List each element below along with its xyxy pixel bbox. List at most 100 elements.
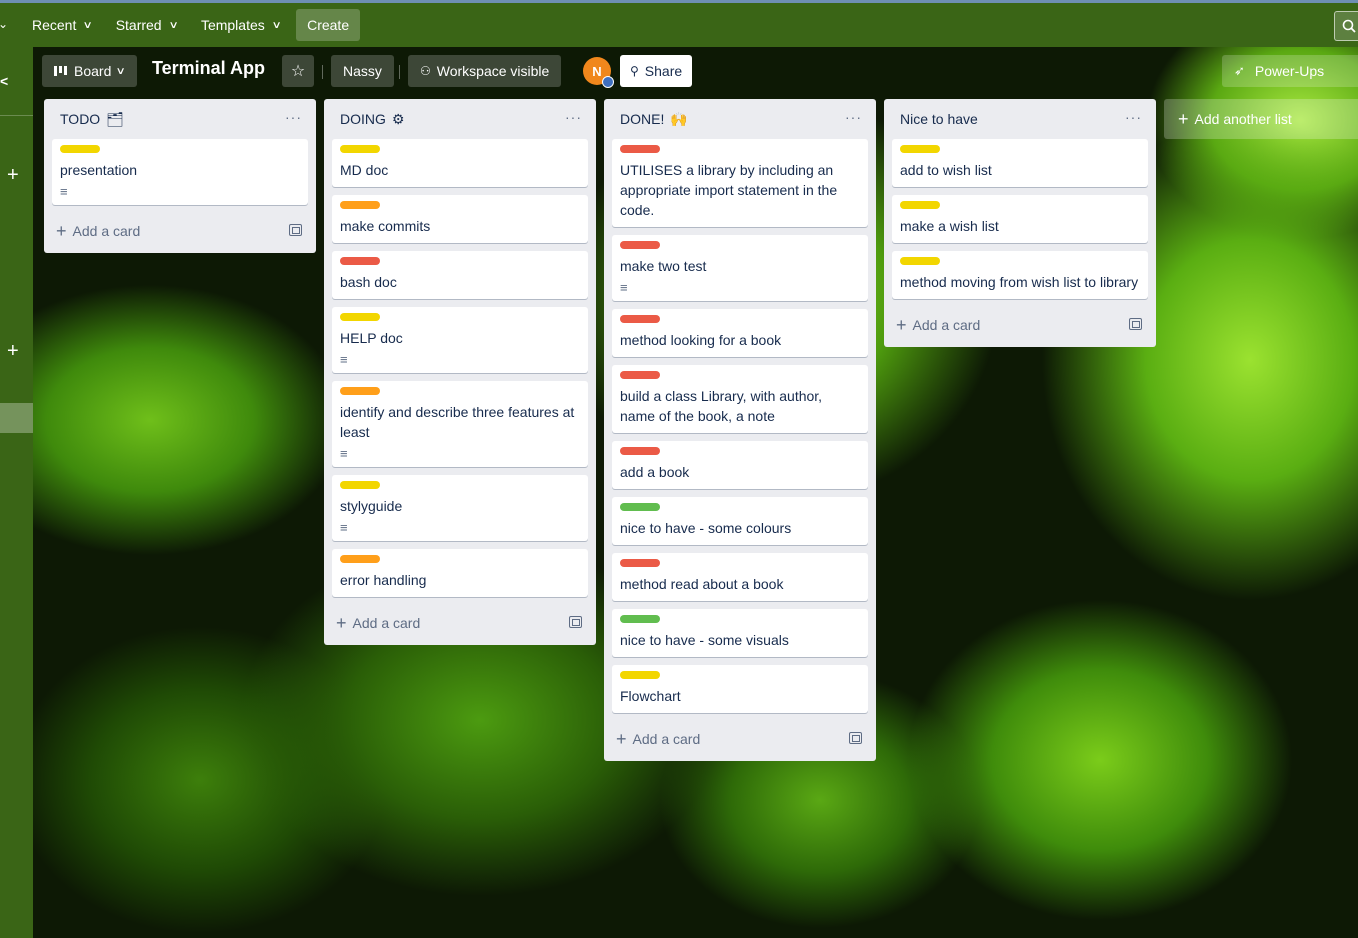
card[interactable]: identify and describe three features at … <box>332 381 588 467</box>
card-title: error handling <box>340 572 427 588</box>
board-view-label: Board <box>74 63 112 79</box>
list-menu-icon[interactable]: ··· <box>565 109 582 125</box>
card-label-red[interactable] <box>620 241 660 249</box>
card-label-orange[interactable] <box>340 201 380 209</box>
board-title[interactable]: Terminal App <box>152 58 265 79</box>
card-label-orange[interactable] <box>340 555 380 563</box>
card-label-yellow[interactable] <box>900 201 940 209</box>
plus-icon: + <box>1178 108 1189 129</box>
list-header[interactable]: Nice to have ··· <box>884 99 1156 139</box>
list-title[interactable]: TODO <box>60 111 100 127</box>
card-title: nice to have - some colours <box>620 520 792 536</box>
card[interactable]: bash doc <box>332 251 588 299</box>
card-label-red[interactable] <box>620 315 660 323</box>
card-label-red[interactable] <box>620 371 660 379</box>
card-label-yellow[interactable] <box>620 671 660 679</box>
plus-icon: + <box>616 729 627 749</box>
chevron-down-icon: ∨ <box>271 19 282 31</box>
header-divider <box>322 65 323 79</box>
card[interactable]: presentation ≡ <box>52 139 308 205</box>
sidebar-item-active[interactable] <box>0 403 33 433</box>
board-header: Board ∨ Terminal App ☆ Nassy ⚇ Workspace… <box>33 47 1358 95</box>
card-title: MD doc <box>340 162 389 178</box>
card[interactable]: nice to have - some visuals <box>612 609 868 657</box>
list-emoji: 🗂 <box>106 110 124 127</box>
chevron-down-icon: ∨ <box>82 19 94 31</box>
card-label-red[interactable] <box>620 447 660 455</box>
card-template-icon[interactable] <box>569 616 582 628</box>
chevron-down-icon[interactable]: ⌄ <box>0 17 8 31</box>
add-card-label: Add a card <box>912 317 981 333</box>
card[interactable]: HELP doc ≡ <box>332 307 588 373</box>
search-button[interactable] <box>1334 11 1358 41</box>
add-card-button[interactable]: + Add a card <box>44 213 316 249</box>
list-4: Nice to have ··· add to wish list make a wi… <box>884 99 1156 347</box>
card-title: bash doc <box>340 274 397 290</box>
powerups-button[interactable]: ➶ Power-Ups <box>1222 55 1358 87</box>
list-menu-icon[interactable]: ··· <box>1125 109 1142 125</box>
card-template-icon[interactable] <box>1129 318 1142 330</box>
card-label-green[interactable] <box>620 503 660 511</box>
card[interactable]: nice to have - some colours <box>612 497 868 545</box>
board-view-switcher[interactable]: Board ∨ <box>42 55 137 87</box>
card-template-icon[interactable] <box>289 224 302 236</box>
card[interactable]: Flowchart <box>612 665 868 713</box>
card[interactable]: method read about a book <box>612 553 868 601</box>
card-label-yellow[interactable] <box>340 313 380 321</box>
nav-recent[interactable]: Recent ∨ <box>20 9 104 41</box>
card[interactable]: make commits <box>332 195 588 243</box>
card-title: make two test <box>620 258 707 274</box>
card[interactable]: make two test ≡ <box>612 235 868 301</box>
star-board-button[interactable]: ☆ <box>282 55 314 87</box>
add-workspace-icon[interactable]: + <box>7 341 19 361</box>
card[interactable]: method looking for a book <box>612 309 868 357</box>
card[interactable]: method moving from wish list to library <box>892 251 1148 299</box>
card[interactable]: make a wish list <box>892 195 1148 243</box>
card[interactable]: build a class Library, with author, name… <box>612 365 868 433</box>
share-button[interactable]: ⚲ Share <box>620 55 693 87</box>
card[interactable]: error handling <box>332 549 588 597</box>
collapse-sidebar-icon[interactable]: < <box>0 73 8 89</box>
card-title: presentation <box>60 162 138 178</box>
add-card-button[interactable]: + Add a card <box>884 307 1156 343</box>
card[interactable]: MD doc <box>332 139 588 187</box>
card-label-yellow[interactable] <box>60 145 100 153</box>
add-card-button[interactable]: + Add a card <box>324 605 596 641</box>
nav-starred[interactable]: Starred ∨ <box>104 9 189 41</box>
card-label-red[interactable] <box>340 257 380 265</box>
card-label-red[interactable] <box>620 145 660 153</box>
list-header[interactable]: DOING ⚙ ··· <box>324 99 596 139</box>
description-icon: ≡ <box>60 184 68 199</box>
list-title[interactable]: Nice to have <box>900 111 978 127</box>
workspace-button[interactable]: Nassy <box>331 55 394 87</box>
list-title[interactable]: DOING <box>340 111 386 127</box>
card-template-icon[interactable] <box>849 732 862 744</box>
add-list-button[interactable]: + Add another list <box>1164 99 1358 139</box>
card-title: make commits <box>340 218 431 234</box>
card-title: Flowchart <box>620 688 681 704</box>
card-label-red[interactable] <box>620 559 660 567</box>
card[interactable]: add a book <box>612 441 868 489</box>
card-label-yellow[interactable] <box>900 145 940 153</box>
add-board-icon[interactable]: + <box>7 165 19 185</box>
card[interactable]: add to wish list <box>892 139 1148 187</box>
list-header[interactable]: TODO 🗂 ··· <box>44 99 316 139</box>
list-menu-icon[interactable]: ··· <box>285 109 302 125</box>
card-label-yellow[interactable] <box>900 257 940 265</box>
create-button[interactable]: Create <box>296 9 361 41</box>
list-header[interactable]: DONE! 🙌 ··· <box>604 99 876 139</box>
list-title[interactable]: DONE! <box>620 111 664 127</box>
card-label-yellow[interactable] <box>340 145 380 153</box>
card-label-orange[interactable] <box>340 387 380 395</box>
list-menu-icon[interactable]: ··· <box>845 109 862 125</box>
avatar[interactable]: N <box>583 57 614 88</box>
visibility-button[interactable]: ⚇ Workspace visible <box>408 55 562 87</box>
card[interactable]: UTILISES a library by including an appro… <box>612 139 868 227</box>
card-title: make a wish list <box>900 218 999 234</box>
card-title: add to wish list <box>900 162 992 178</box>
nav-templates[interactable]: Templates ∨ <box>189 9 292 41</box>
card[interactable]: stylyguide ≡ <box>332 475 588 541</box>
add-card-button[interactable]: + Add a card <box>604 721 876 757</box>
card-label-yellow[interactable] <box>340 481 380 489</box>
card-label-green[interactable] <box>620 615 660 623</box>
